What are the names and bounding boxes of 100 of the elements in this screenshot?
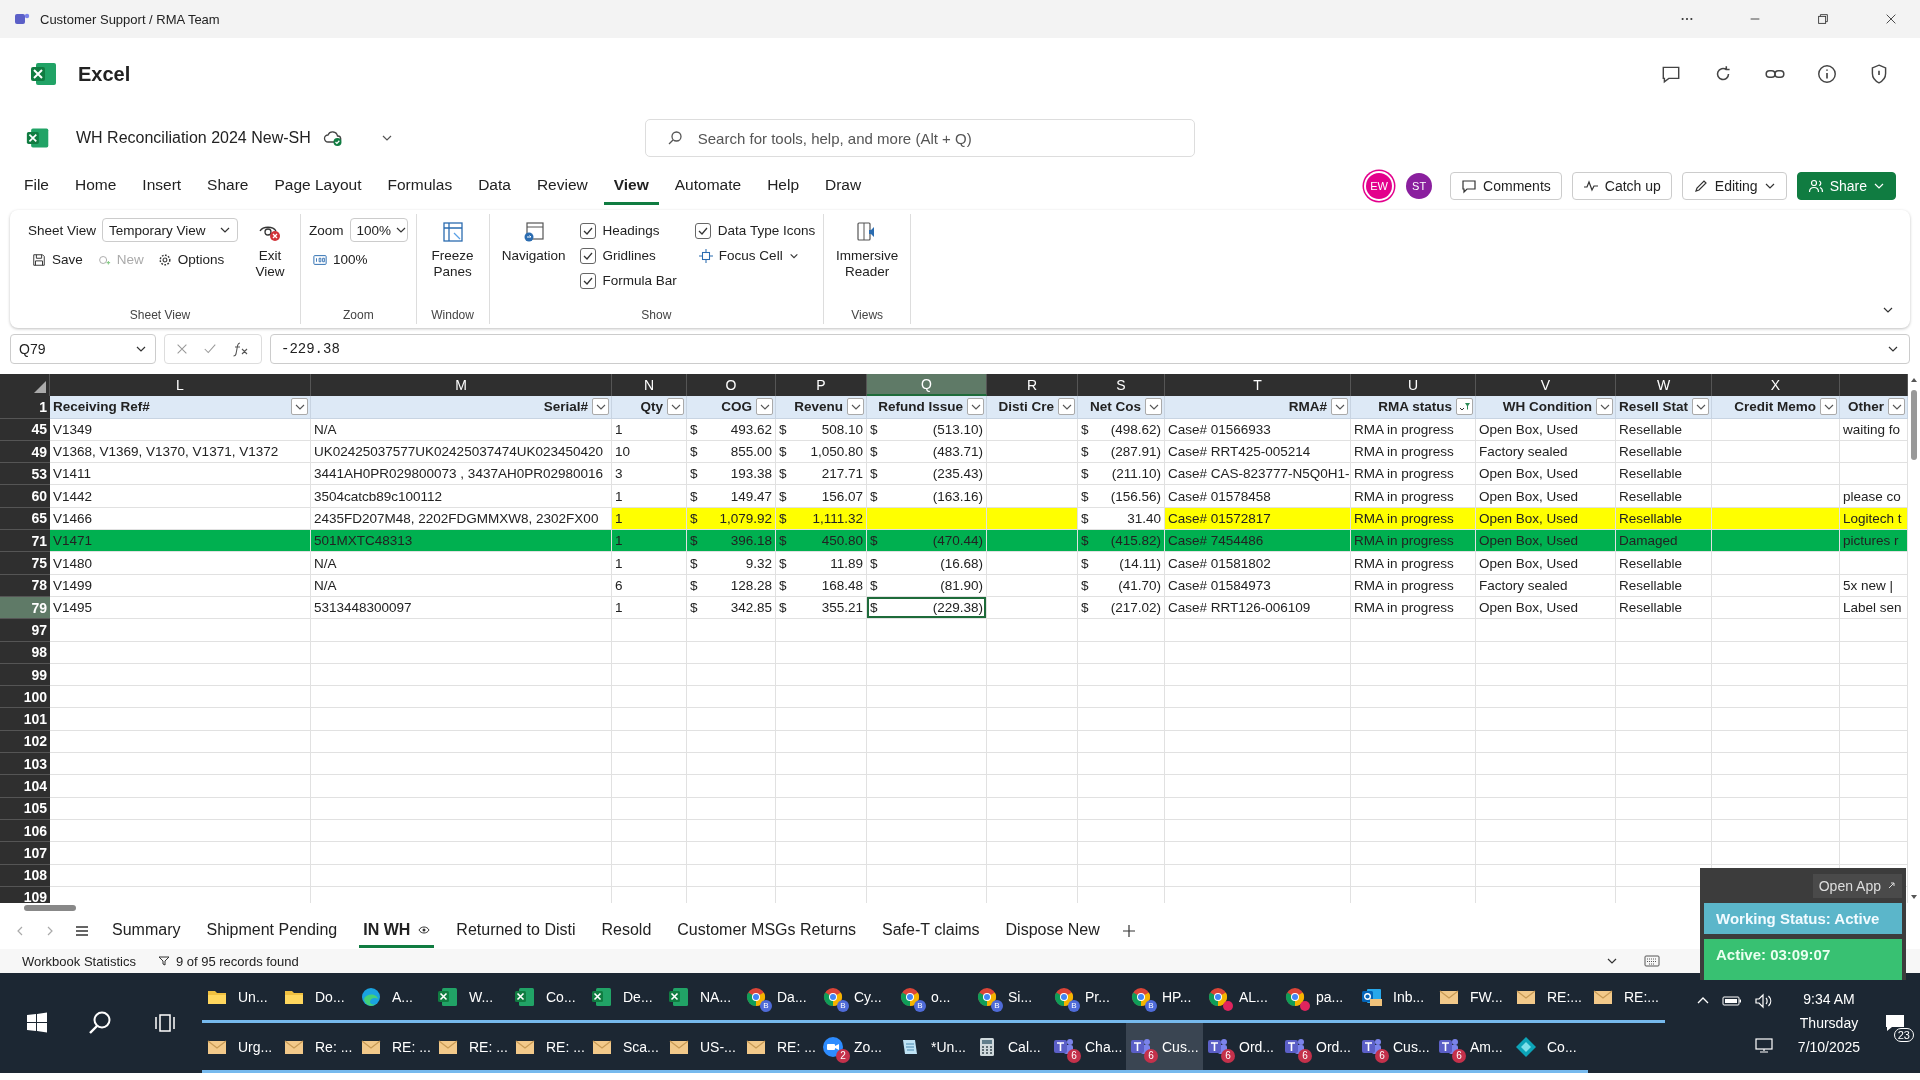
- zoom-100-button[interactable]: 100%: [309, 250, 372, 269]
- taskbar-app[interactable]: RE:...: [1588, 973, 1665, 1023]
- row-header[interactable]: 49: [0, 440, 50, 464]
- row-header[interactable]: 75: [0, 552, 50, 575]
- row-header[interactable]: 60: [0, 485, 50, 508]
- checkbox-label[interactable]: Headings: [602, 223, 660, 238]
- taskbar-app[interactable]: RE: ...: [356, 1023, 433, 1073]
- add-sheet-icon[interactable]: [1121, 924, 1136, 938]
- column-header[interactable]: P: [776, 374, 867, 397]
- taskbar-app[interactable]: B Pr...: [1049, 973, 1126, 1023]
- taskbar-app[interactable]: 6 Ord...: [1280, 1023, 1357, 1073]
- scroll-up-icon[interactable]: [1910, 376, 1918, 384]
- focus-cell-button[interactable]: Focus Cell: [694, 246, 816, 265]
- taskbar-app[interactable]: NA...: [664, 973, 741, 1023]
- taskbar-app[interactable]: B Cy...: [818, 973, 895, 1023]
- share-button[interactable]: Share: [1796, 172, 1896, 200]
- row-header[interactable]: 79: [0, 596, 50, 620]
- column-header[interactable]: N: [612, 374, 687, 397]
- sheet-tab[interactable]: Resold: [597, 914, 656, 948]
- filter-dropdown[interactable]: [1058, 398, 1075, 416]
- menu-icon[interactable]: [74, 923, 90, 939]
- row-header[interactable]: 71: [0, 530, 50, 553]
- sheet-view-dropdown[interactable]: Temporary View: [102, 218, 239, 242]
- close-icon[interactable]: [1884, 12, 1898, 26]
- taskbar-app[interactable]: Co...: [1511, 1023, 1588, 1073]
- sheet-tab[interactable]: Customer MSGs Returns: [673, 914, 861, 948]
- taskbar-app[interactable]: B Da...: [741, 973, 818, 1023]
- filter-dropdown[interactable]: [967, 398, 984, 416]
- row-header[interactable]: 99: [0, 663, 50, 687]
- taskbar-app[interactable]: pa...: [1280, 973, 1357, 1023]
- taskbar-app[interactable]: 6 Cus...: [1126, 1023, 1203, 1073]
- checkbox-label[interactable]: Data Type Icons: [717, 223, 816, 238]
- row-header[interactable]: 102: [0, 730, 50, 754]
- filter-dropdown[interactable]: [1888, 398, 1905, 416]
- ribbon-tab[interactable]: Review: [526, 167, 598, 205]
- row-header[interactable]: 53: [0, 463, 50, 486]
- column-header[interactable]: M: [311, 374, 612, 397]
- user-avatar[interactable]: ST: [1406, 173, 1433, 199]
- ribbon-tab[interactable]: Formulas: [377, 167, 463, 205]
- row-header[interactable]: 108: [0, 864, 50, 887]
- keyboard-icon[interactable]: [1644, 953, 1660, 969]
- row-header[interactable]: 107: [0, 842, 50, 865]
- comments-button[interactable]: Comments: [1450, 172, 1562, 200]
- column-header[interactable]: T: [1165, 374, 1351, 397]
- row-header[interactable]: 1: [0, 396, 50, 419]
- ribbon-tab[interactable]: Home: [65, 167, 127, 205]
- taskbar-app[interactable]: FW...: [1434, 973, 1511, 1023]
- column-header[interactable]: S: [1078, 374, 1165, 397]
- restore-icon[interactable]: [1816, 12, 1830, 26]
- row-header[interactable]: 106: [0, 819, 50, 843]
- taskbar-app[interactable]: *Un...: [895, 1023, 972, 1073]
- column-header[interactable]: Q: [867, 374, 987, 397]
- checkbox[interactable]: [694, 222, 711, 239]
- taskbar-app[interactable]: 6 Am...: [1434, 1023, 1511, 1073]
- taskbar-app[interactable]: W...: [433, 973, 510, 1023]
- column-header[interactable]: U: [1351, 374, 1476, 397]
- cancel-icon[interactable]: [175, 342, 189, 356]
- ribbon-tab[interactable]: View: [603, 167, 659, 205]
- taskbar-app[interactable]: De...: [587, 973, 664, 1023]
- immersive-reader-button[interactable]: Immersive Reader: [832, 218, 903, 280]
- checkbox[interactable]: [579, 247, 596, 264]
- row-header[interactable]: 65: [0, 507, 50, 531]
- row-header[interactable]: 97: [0, 619, 50, 642]
- taskbar-app[interactable]: B Si...: [972, 973, 1049, 1023]
- open-app-button[interactable]: Open App: [1812, 874, 1902, 898]
- name-box[interactable]: Q79: [10, 334, 156, 364]
- monitor-icon[interactable]: [1754, 1035, 1774, 1055]
- checkbox-label[interactable]: Gridlines: [602, 248, 656, 263]
- taskbar-app[interactable]: Co...: [510, 973, 587, 1023]
- column-header[interactable]: O: [687, 374, 776, 397]
- taskbar-app[interactable]: A...: [356, 973, 433, 1023]
- taskbar-app[interactable]: Un...: [202, 973, 279, 1023]
- sheet-tab[interactable]: Safe-T claims: [878, 914, 984, 948]
- row-header[interactable]: 103: [0, 753, 50, 776]
- ribbon-tab[interactable]: Share: [197, 167, 259, 205]
- clock[interactable]: 9:34 AM Thursday 7/10/2025: [1784, 991, 1874, 1055]
- checkbox[interactable]: [579, 222, 596, 239]
- row-header[interactable]: 100: [0, 686, 50, 709]
- horizontal-scrollbar[interactable]: [24, 905, 76, 911]
- ribbon-tab[interactable]: Automate: [664, 167, 752, 205]
- taskbar-app[interactable]: 6 Cus...: [1357, 1023, 1434, 1073]
- exit-view-button[interactable]: Exit View: [248, 218, 293, 280]
- row-header[interactable]: 98: [0, 641, 50, 664]
- document-name[interactable]: WH Reconciliation 2024 New-SH: [76, 129, 311, 147]
- row-header[interactable]: 45: [0, 418, 50, 441]
- filter-dropdown[interactable]: [1692, 398, 1709, 416]
- filter-dropdown[interactable]: [592, 398, 609, 416]
- ribbon-tab[interactable]: Page Layout: [264, 167, 372, 205]
- column-header[interactable]: R: [987, 374, 1078, 397]
- filter-dropdown[interactable]: [756, 398, 773, 416]
- zoom-dropdown[interactable]: 100%: [349, 218, 408, 242]
- sheet-tab[interactable]: Summary: [108, 914, 185, 948]
- formula-field[interactable]: -229.38: [270, 334, 1910, 364]
- freeze-panes-button[interactable]: Freeze Panes: [424, 218, 481, 280]
- taskbar-app[interactable]: Inb...: [1357, 973, 1434, 1023]
- row-header[interactable]: 105: [0, 797, 50, 820]
- checkbox[interactable]: [579, 272, 596, 289]
- ribbon-tab[interactable]: Draw: [815, 167, 872, 205]
- user-avatar[interactable]: EW: [1366, 173, 1393, 199]
- taskbar-app[interactable]: Do...: [279, 973, 356, 1023]
